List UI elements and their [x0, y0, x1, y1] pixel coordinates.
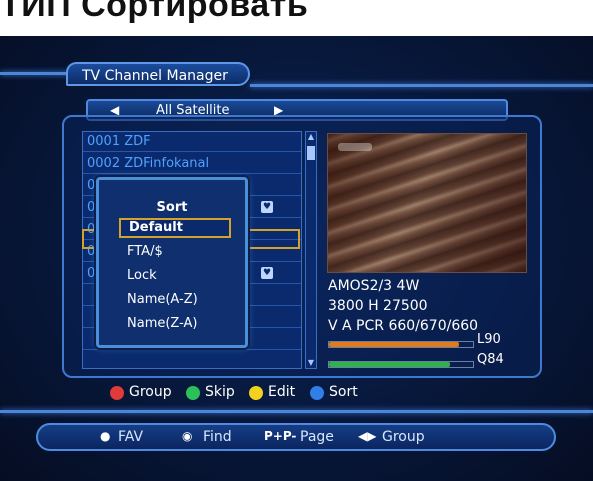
- channel-logo-icon: [338, 143, 372, 151]
- hint-fav[interactable]: FAV: [118, 429, 143, 445]
- frame-line-top: [0, 72, 70, 75]
- heart-icon: ♥: [261, 201, 273, 213]
- channel-scrollbar[interactable]: ▲ ▼: [305, 131, 317, 369]
- green-key-icon: [186, 386, 200, 400]
- channel-label: 0: [87, 266, 96, 281]
- heart-icon: ♥: [261, 267, 273, 279]
- frame-line-top-right: [250, 84, 593, 87]
- channel-label: 0002 ZDFinfokanal: [87, 156, 210, 171]
- sort-option-fta[interactable]: FTA/$: [119, 242, 231, 262]
- legend-skip[interactable]: Skip: [205, 384, 235, 400]
- channel-info: AMOS2/3 4W 3800 H 27500 V A PCR 660/670/…: [328, 276, 478, 336]
- blue-key-icon: [310, 386, 324, 400]
- legend-group[interactable]: Group: [129, 384, 172, 400]
- fav-key-icon: ●: [100, 429, 111, 443]
- frame-line-bottom: [0, 410, 593, 413]
- hint-find[interactable]: Find: [203, 429, 232, 445]
- sort-option-name-za[interactable]: Name(Z-A): [119, 314, 231, 334]
- hint-group[interactable]: Group: [382, 429, 425, 445]
- sort-popup[interactable]: Sort Default FTA/$ Lock Name(A-Z) Name(Z…: [96, 177, 248, 348]
- level-label: L90: [477, 332, 501, 347]
- sort-option-lock[interactable]: Lock: [119, 266, 231, 286]
- channel-row[interactable]: 0002 ZDFinfokanal: [83, 154, 301, 174]
- info-satellite: AMOS2/3 4W: [328, 278, 420, 294]
- sort-option-default[interactable]: Default: [119, 218, 231, 238]
- find-key-icon: ◉: [182, 429, 193, 443]
- legend-sort[interactable]: Sort: [329, 384, 358, 400]
- quality-meter-fill: [329, 362, 450, 367]
- scroll-down-icon[interactable]: ▼: [306, 358, 316, 368]
- scroll-thumb[interactable]: [307, 146, 315, 160]
- channel-label: 0001 ZDF: [87, 134, 151, 149]
- hint-bar: ● FAV ◉ Find P+P- Page ◀▶ Group: [36, 423, 556, 451]
- quality-label: Q84: [477, 352, 504, 367]
- scroll-up-icon[interactable]: ▲: [306, 132, 316, 142]
- window-title: TV Channel Manager: [66, 62, 250, 86]
- hint-page[interactable]: Page: [300, 429, 334, 445]
- color-key-legend: Group Skip Edit Sort: [100, 380, 500, 406]
- channel-label: 0: [87, 200, 96, 215]
- top-caption-strip: ТИП Сортировать: [0, 0, 593, 36]
- sort-option-name-az[interactable]: Name(A-Z): [119, 290, 231, 310]
- red-key-icon: [110, 386, 124, 400]
- level-meter-fill: [329, 342, 459, 347]
- info-pids: V A PCR 660/670/660: [328, 318, 479, 334]
- channel-row[interactable]: 0001 ZDF: [83, 132, 301, 152]
- channel-preview: [327, 133, 527, 273]
- page-key-icon: P+P-: [264, 429, 297, 443]
- legend-edit[interactable]: Edit: [268, 384, 295, 400]
- preview-shading: [328, 134, 526, 272]
- group-key-icon: ◀▶: [358, 429, 377, 443]
- info-transponder: 3800 H 27500: [328, 298, 428, 314]
- channel-label: 0: [87, 178, 96, 193]
- yellow-key-icon: [249, 386, 263, 400]
- top-caption: ТИП Сортировать: [0, 0, 309, 24]
- sort-popup-title: Sort: [156, 200, 188, 215]
